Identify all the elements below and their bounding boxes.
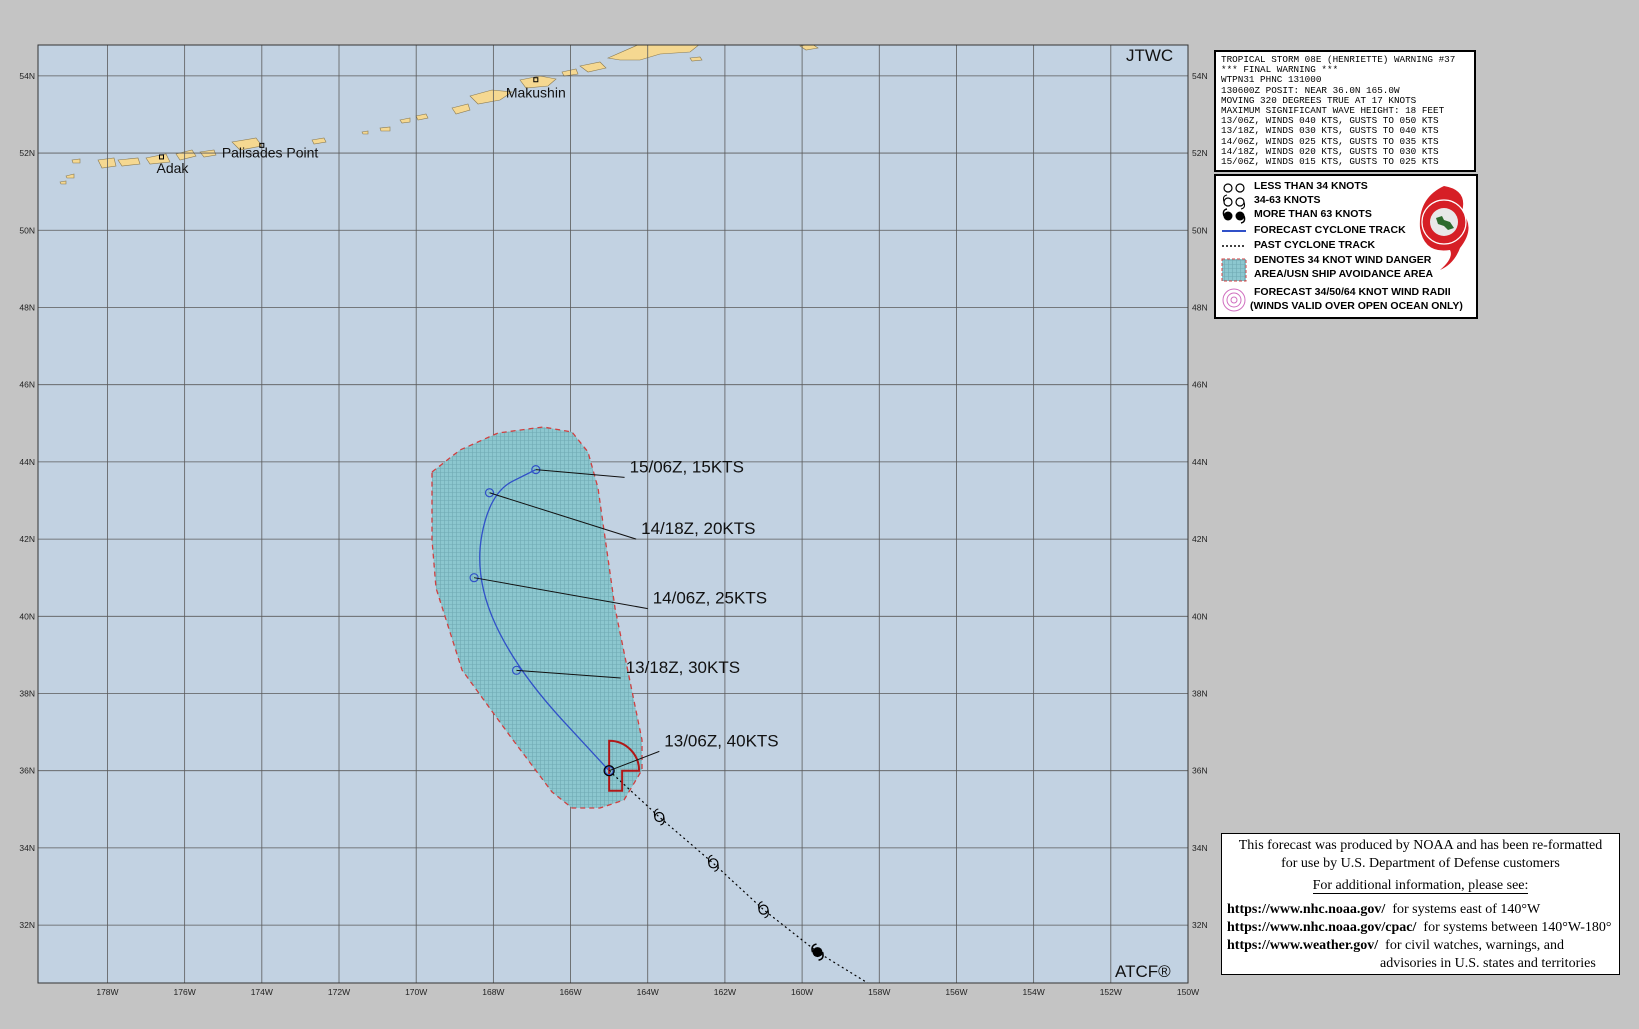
lat-tick-label-left: 34N <box>19 843 35 853</box>
lon-tick-label: 150W <box>1177 987 1199 997</box>
legend-radii-2: (WINDS VALID OVER OPEN OCEAN ONLY) <box>1250 300 1463 312</box>
ocean-area <box>38 45 1188 983</box>
noaa-info-box: This forecast was produced by NOAA and h… <box>1221 833 1620 975</box>
lon-tick-label: 158W <box>868 987 890 997</box>
legend-more-63: MORE THAN 63 KNOTS <box>1254 208 1372 220</box>
lat-tick-label-right: 44N <box>1192 457 1208 467</box>
hurricane-symbol-icon <box>812 947 823 958</box>
cpac-link[interactable]: https://www.nhc.noaa.gov/cpac/ <box>1227 920 1416 935</box>
lon-tick-label: 168W <box>482 987 504 997</box>
lat-tick-label-left: 38N <box>19 688 35 698</box>
legend-danger-1: DENOTES 34 KNOT WIND DANGER <box>1254 254 1432 266</box>
legend: LESS THAN 34 KNOTS 34-63 KNOTS MORE THAN… <box>1214 174 1478 319</box>
lon-tick-label: 162W <box>714 987 736 997</box>
lon-tick-label: 164W <box>637 987 659 997</box>
legend-forecast-track: FORECAST CYCLONE TRACK <box>1254 224 1406 236</box>
weather-gov-link[interactable]: https://www.weather.gov/ <box>1227 938 1378 953</box>
lon-tick-label: 154W <box>1023 987 1045 997</box>
nhc-link[interactable]: https://www.nhc.noaa.gov/ <box>1227 902 1385 917</box>
lon-tick-label: 166W <box>559 987 581 997</box>
lat-tick-label-left: 46N <box>19 380 35 390</box>
lat-tick-label-left: 50N <box>19 225 35 235</box>
warning-text-box: TROPICAL STORM 08E (HENRIETTE) WARNING #… <box>1214 50 1476 172</box>
jtwc-label: JTWC <box>1126 46 1173 65</box>
lat-tick-label-right: 50N <box>1192 225 1208 235</box>
legend-34-63: 34-63 KNOTS <box>1254 194 1321 206</box>
legend-past-track: PAST CYCLONE TRACK <box>1254 239 1376 251</box>
info-link-row-3b: advisories in U.S. states and territorie… <box>1380 956 1596 971</box>
lon-tick-label: 170W <box>405 987 427 997</box>
info-link-row-3: https://www.weather.gov/ for civil watch… <box>1227 938 1564 953</box>
lat-tick-label-left: 54N <box>19 71 35 81</box>
lat-tick-label-left: 36N <box>19 766 35 776</box>
place-label: Adak <box>156 160 189 176</box>
info-line-2: for use by U.S. Department of Defense cu… <box>1281 856 1560 871</box>
forecast-label: 15/06Z, 15KTS <box>630 457 744 476</box>
legend-radii-1: FORECAST 34/50/64 KNOT WIND RADII <box>1254 286 1451 298</box>
nws-seal-logo <box>1419 186 1469 270</box>
place-label: Makushin <box>506 85 566 101</box>
lat-tick-label-right: 32N <box>1192 920 1208 930</box>
info-line-1: This forecast was produced by NOAA and h… <box>1238 838 1603 853</box>
lon-tick-label: 174W <box>251 987 273 997</box>
lat-tick-label-right: 36N <box>1192 766 1208 776</box>
lat-tick-label-right: 34N <box>1192 843 1208 853</box>
forecast-label: 14/18Z, 20KTS <box>641 519 755 538</box>
info-line-3: For additional information, please see: <box>1312 878 1529 894</box>
lon-tick-label: 176W <box>174 987 196 997</box>
lat-tick-label-right: 54N <box>1192 71 1208 81</box>
lat-tick-label-right: 48N <box>1192 302 1208 312</box>
more-than-63-knot-icon <box>1222 208 1246 224</box>
forecast-label: 13/06Z, 40KTS <box>664 731 778 750</box>
info-link-row-2: https://www.nhc.noaa.gov/cpac/ for syste… <box>1227 920 1612 935</box>
info-link-row-1: https://www.nhc.noaa.gov/ for systems ea… <box>1227 902 1541 917</box>
place-label: Cold Bay <box>673 25 730 41</box>
lat-tick-label-left: 42N <box>19 534 35 544</box>
legend-less-34: LESS THAN 34 KNOTS <box>1254 180 1368 192</box>
warning-line: 15/06Z, WINDS 015 KTS, GUSTS TO 025 KTS <box>1221 156 1439 168</box>
lat-tick-label-left: 52N <box>19 148 35 158</box>
lat-tick-label-left: 40N <box>19 611 35 621</box>
atcf-label: ATCF® <box>1115 962 1171 981</box>
place-label: Palisades Point <box>222 144 319 160</box>
lat-tick-label-left: 44N <box>19 457 35 467</box>
legend-symbols <box>1221 183 1247 312</box>
34-63-knot-icon <box>1222 194 1246 210</box>
lat-tick-label-right: 40N <box>1192 611 1208 621</box>
lat-tick-label-right: 46N <box>1192 380 1208 390</box>
place-marker <box>696 28 700 32</box>
lat-tick-label-right: 38N <box>1192 688 1208 698</box>
lat-tick-label-left: 32N <box>19 920 35 930</box>
lon-tick-label: 156W <box>945 987 967 997</box>
forecast-label: 14/06Z, 25KTS <box>653 589 767 608</box>
lon-tick-label: 178W <box>96 987 118 997</box>
lat-tick-label-left: 48N <box>19 302 35 312</box>
lat-tick-label-right: 52N <box>1192 148 1208 158</box>
lon-tick-label: 152W <box>1100 987 1122 997</box>
lon-tick-label: 160W <box>791 987 813 997</box>
lon-tick-label: 172W <box>328 987 350 997</box>
legend-danger-2: AREA/USN SHIP AVOIDANCE AREA <box>1254 268 1434 280</box>
lat-tick-label-right: 42N <box>1192 534 1208 544</box>
forecast-label: 13/18Z, 30KTS <box>626 658 740 677</box>
